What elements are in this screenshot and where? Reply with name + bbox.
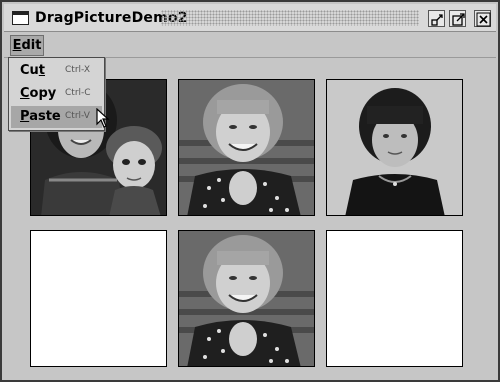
menu-item-copy-label: Copy — [20, 86, 56, 101]
app-window: DragPictureDemo2 Edit Cut Ctrl-X Copy Ct… — [0, 0, 500, 382]
menu-item-copy-mnemonic: C — [20, 86, 30, 101]
photo-smiling-girl — [179, 80, 314, 215]
close-icon — [476, 12, 491, 27]
picture-cell-2[interactable] — [178, 79, 315, 216]
menu-item-copy-label-post: opy — [29, 86, 57, 101]
menu-item-cut-shortcut: Ctrl-X — [65, 65, 90, 75]
picture-cell-3[interactable] — [326, 79, 463, 216]
edit-menu-popup: Cut Ctrl-X Copy Ctrl-C Paste Ctrl-V — [8, 57, 105, 131]
picture-cell-4[interactable] — [30, 230, 167, 367]
menu-item-paste-shortcut: Ctrl-V — [65, 111, 90, 121]
menu-item-cut-label: Cut — [20, 63, 45, 78]
menu-item-paste[interactable]: Paste Ctrl-V — [11, 106, 102, 128]
menu-bar: Edit — [4, 33, 496, 58]
menu-item-paste-label-post: aste — [29, 109, 61, 124]
title-bar-pattern — [161, 10, 419, 26]
menu-item-cut-mnemonic: t — [38, 63, 46, 78]
title-bar[interactable]: DragPictureDemo2 — [4, 4, 496, 32]
picture-cell-6[interactable] — [326, 230, 463, 367]
mouse-pointer-icon — [96, 108, 110, 128]
menu-item-paste-mnemonic: P — [20, 109, 30, 124]
menu-item-cut-label-pre: Cu — [20, 63, 39, 78]
menu-item-copy[interactable]: Copy Ctrl-C — [11, 83, 102, 105]
maximize-icon — [452, 13, 465, 26]
menu-edit-label: dit — [21, 38, 42, 53]
minimize-button[interactable] — [428, 10, 445, 27]
maximize-button[interactable] — [449, 10, 466, 27]
menu-item-copy-shortcut: Ctrl-C — [65, 88, 91, 98]
window-icon — [12, 11, 29, 25]
menu-item-cut[interactable]: Cut Ctrl-X — [11, 60, 102, 82]
picture-cell-5[interactable] — [178, 230, 315, 367]
photo-girl-with-bangs — [327, 80, 462, 215]
photo-smiling-girl — [179, 231, 314, 366]
minimize-icon — [431, 14, 443, 26]
menu-edit[interactable]: Edit — [10, 35, 44, 56]
close-button[interactable] — [474, 10, 491, 27]
menu-item-paste-label: Paste — [20, 109, 61, 124]
